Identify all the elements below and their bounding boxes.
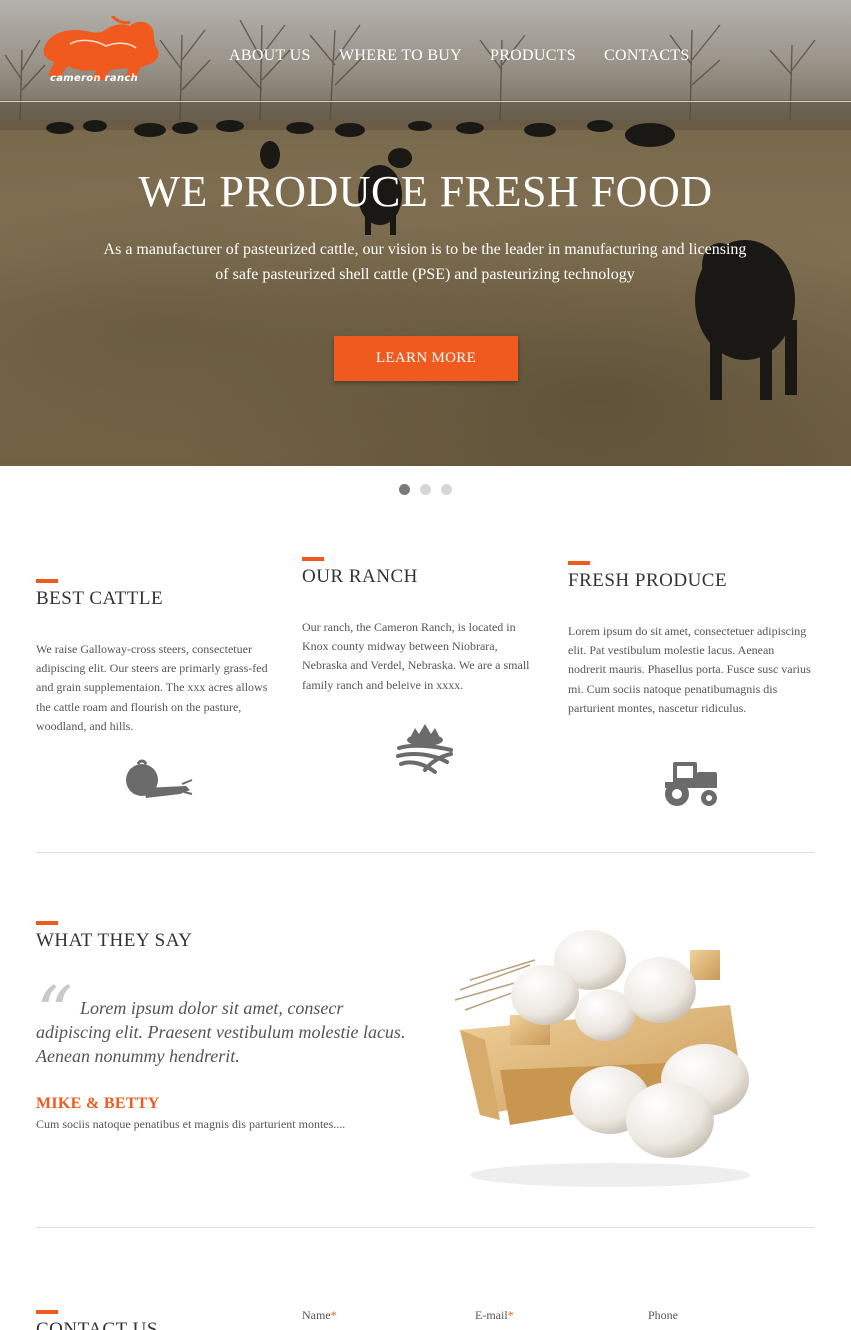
vegetables-icon <box>126 759 193 798</box>
required-marker: * <box>330 1308 337 1322</box>
accent-bar <box>36 921 58 925</box>
testimonial-quote: Lorem ipsum dolor sit amet, consecr adip… <box>36 998 406 1066</box>
nav-divider <box>0 101 851 102</box>
contact-title: CONTACT US <box>36 1319 158 1330</box>
nav-contacts[interactable]: CONTACTS <box>604 47 690 65</box>
feature-text-fresh-produce: Lorem ipsum do sit amet, consectetuer ad… <box>568 624 811 715</box>
nav-where-to-buy[interactable]: WHERE TO BUY <box>339 47 462 65</box>
slider-dot-3[interactable] <box>441 484 452 495</box>
nav-products[interactable]: PRODUCTS <box>490 47 576 65</box>
accent-bar <box>36 579 58 583</box>
learn-more-button[interactable]: LEARN MORE <box>334 336 518 381</box>
section-divider <box>36 1227 814 1228</box>
feature-text-our-ranch: Our ranch, the Cameron Ranch, is located… <box>302 620 530 692</box>
email-field-label: E-mail* <box>475 1308 514 1322</box>
logo-text: cameron ranch <box>50 73 139 84</box>
accent-bar <box>302 557 324 561</box>
testimonial-title: WHAT THEY SAY <box>36 930 193 951</box>
testimonial-author: MIKE & BETTY <box>36 1095 160 1112</box>
nav-about-us[interactable]: ABOUT US <box>229 47 311 65</box>
section-divider <box>36 852 814 853</box>
accent-bar <box>36 1310 58 1314</box>
eggs-in-crate-image <box>454 930 750 1187</box>
slider-dot-1[interactable] <box>399 484 410 495</box>
accent-bar <box>568 561 590 565</box>
feature-text-best-cattle: We raise Galloway-cross steers, consecte… <box>36 642 268 733</box>
phone-field-label: Phone <box>648 1308 678 1322</box>
required-marker: * <box>507 1308 514 1322</box>
feature-title-our-ranch: OUR RANCH <box>302 566 418 587</box>
field-sunrise-icon <box>396 724 453 774</box>
feature-title-fresh-produce: FRESH PRODUCE <box>568 570 728 591</box>
main-nav: ABOUT US WHERE TO BUY PRODUCTS CONTACTS <box>0 47 851 67</box>
feature-title-best-cattle: BEST CATTLE <box>36 588 164 609</box>
tractor-icon <box>665 762 717 806</box>
testimonial-author-note: Cum sociis natoque penatibus et magnis d… <box>36 1117 346 1131</box>
name-field-label: Name* <box>302 1308 337 1322</box>
slider-dot-2[interactable] <box>420 484 431 495</box>
